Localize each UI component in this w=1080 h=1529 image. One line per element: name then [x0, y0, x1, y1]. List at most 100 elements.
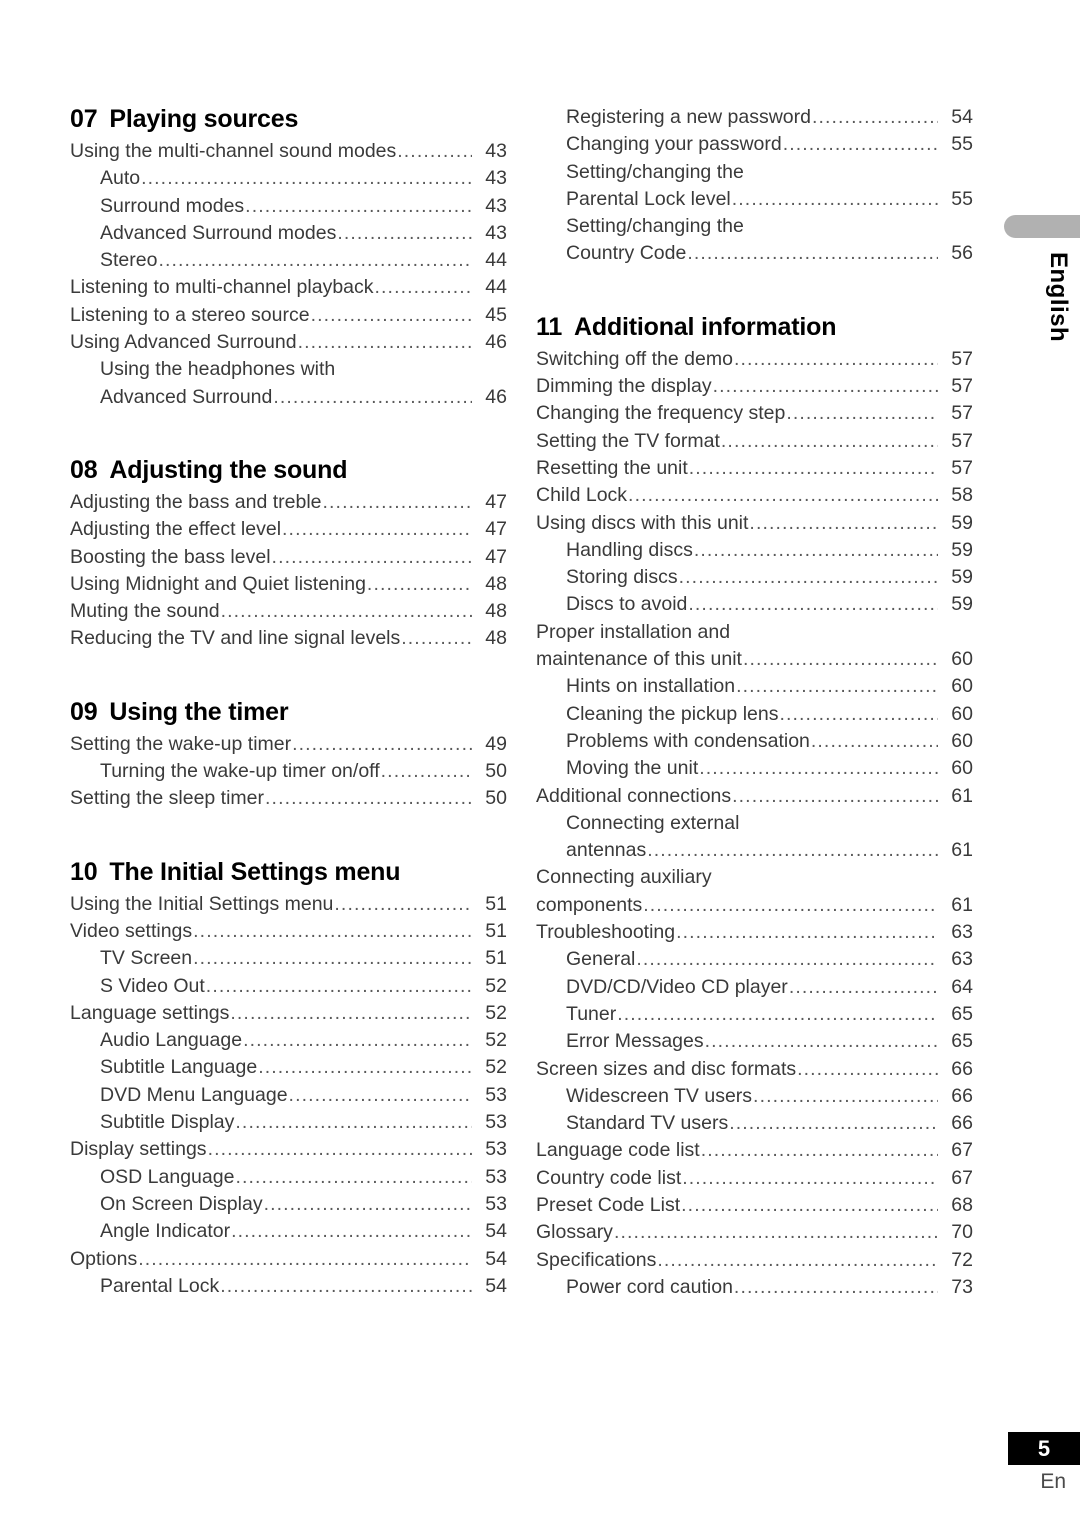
toc-entry[interactable]: Setting the sleep timer 50: [70, 785, 507, 812]
toc-entry[interactable]: Surround modes 43: [70, 193, 507, 220]
toc-entry[interactable]: Glossary 70: [536, 1219, 973, 1246]
toc-entry[interactable]: DVD Menu Language 53: [70, 1082, 507, 1109]
toc-leader-dots: [779, 701, 938, 728]
toc-entry[interactable]: TV Screen 51: [70, 945, 507, 972]
toc-entry[interactable]: Subtitle Language 52: [70, 1054, 507, 1081]
toc-entry[interactable]: Using Midnight and Quiet listening 48: [70, 571, 507, 598]
toc-entry-label: Boosting the bass level: [70, 545, 271, 568]
toc-entry[interactable]: Stereo 44: [70, 247, 507, 274]
toc-section-heading[interactable]: 10 The Initial Settings menu: [70, 857, 507, 887]
toc-entry[interactable]: Boosting the bass level 47: [70, 544, 507, 571]
toc-entry[interactable]: Setting/changing the: [536, 213, 973, 240]
toc-entry[interactable]: Troubleshooting 63: [536, 919, 973, 946]
toc-entry[interactable]: Subtitle Display 53: [70, 1109, 507, 1136]
toc-entry[interactable]: components 61: [536, 892, 973, 919]
toc-leader-dots: [158, 247, 472, 274]
toc-entry[interactable]: Using the multi-channel sound modes 43: [70, 138, 507, 165]
toc-entry[interactable]: Adjusting the effect level 47: [70, 516, 507, 543]
toc-entry[interactable]: Video settings 51: [70, 918, 507, 945]
toc-entry[interactable]: Reducing the TV and line signal levels 48: [70, 625, 507, 652]
toc-entry[interactable]: Audio Language 52: [70, 1027, 507, 1054]
toc-entry[interactable]: Using the headphones with: [70, 356, 507, 383]
toc-entry[interactable]: Changing your password 55: [536, 131, 973, 158]
toc-entry-label: Advanced Surround: [100, 385, 273, 408]
toc-entry-page-number: 47: [485, 518, 507, 541]
toc-entry[interactable]: maintenance of this unit 60: [536, 646, 973, 673]
toc-entry[interactable]: Preset Code List 68: [536, 1192, 973, 1219]
toc-entry[interactable]: Angle Indicator 54: [70, 1218, 507, 1245]
toc-entry-page-number: 59: [951, 593, 973, 616]
toc-entry[interactable]: Using Advanced Surround 46: [70, 329, 507, 356]
toc-entry[interactable]: Power cord caution 73: [536, 1274, 973, 1301]
toc-section-heading[interactable]: 11 Additional information: [536, 312, 973, 342]
toc-entry[interactable]: Standard TV users 66: [536, 1110, 973, 1137]
toc-entry[interactable]: Storing discs 59: [536, 564, 973, 591]
toc-entry[interactable]: Parental Lock 54: [70, 1273, 507, 1300]
toc-entry[interactable]: Turning the wake-up timer on/off 50: [70, 758, 507, 785]
toc-leader-dots: [292, 731, 472, 758]
toc-entry[interactable]: DVD/CD/Video CD player 64: [536, 974, 973, 1001]
toc-entry[interactable]: Switching off the demo 57: [536, 346, 973, 373]
toc-column-left: 07 Playing sources Using the multi-channel…: [70, 104, 507, 1300]
toc-section-number: 10: [70, 857, 98, 886]
toc-entry[interactable]: Advanced Surround 46: [70, 384, 507, 411]
toc-entry[interactable]: Connecting external: [536, 810, 973, 837]
toc-leader-dots: [753, 1083, 938, 1110]
toc-entry[interactable]: Changing the frequency step 57: [536, 400, 973, 427]
toc-entry[interactable]: Adjusting the bass and treble 47: [70, 489, 507, 516]
toc-entry[interactable]: S Video Out 52: [70, 973, 507, 1000]
toc-entry[interactable]: Advanced Surround modes 43: [70, 220, 507, 247]
toc-entry[interactable]: Hints on installation 60: [536, 673, 973, 700]
toc-entry[interactable]: Additional connections 61: [536, 783, 973, 810]
toc-entry-label: Muting the sound: [70, 600, 220, 623]
toc-entry[interactable]: Proper installation and: [536, 619, 973, 646]
toc-leader-dots: [699, 755, 938, 782]
toc-section-heading[interactable]: 09 Using the timer: [70, 697, 507, 727]
toc-leader-dots: [687, 240, 938, 267]
toc-entry[interactable]: Widescreen TV users 66: [536, 1083, 973, 1110]
toc-entry[interactable]: Options 54: [70, 1246, 507, 1273]
toc-entry[interactable]: Using discs with this unit 59: [536, 510, 973, 537]
toc-entry[interactable]: Using the Initial Settings menu 51: [70, 891, 507, 918]
toc-entry[interactable]: Connecting auxiliary: [536, 864, 973, 891]
toc-leader-dots: [220, 1273, 472, 1300]
toc-entry[interactable]: On Screen Display 53: [70, 1191, 507, 1218]
toc-entry[interactable]: Specifications 72: [536, 1247, 973, 1274]
toc-entry[interactable]: Screen sizes and disc formats 66: [536, 1056, 973, 1083]
toc-entry[interactable]: Listening to a stereo source 45: [70, 302, 507, 329]
toc-entry-label: Storing discs: [566, 566, 678, 589]
toc-entry[interactable]: Error Messages 65: [536, 1028, 973, 1055]
toc-entry[interactable]: Country code list 67: [536, 1165, 973, 1192]
toc-entry-label: Switching off the demo: [536, 347, 733, 370]
toc-entry[interactable]: Auto 43: [70, 165, 507, 192]
toc-leader-dots: [721, 428, 938, 455]
toc-entry[interactable]: Language settings 52: [70, 1000, 507, 1027]
toc-entry[interactable]: Resetting the unit 57: [536, 455, 973, 482]
toc-entry[interactable]: Handling discs 59: [536, 537, 973, 564]
toc-section-heading[interactable]: 08 Adjusting the sound: [70, 455, 507, 485]
toc-entry-page-number: 45: [485, 303, 507, 326]
toc-entry[interactable]: antennas 61: [536, 837, 973, 864]
toc-entry[interactable]: Country Code 56: [536, 240, 973, 267]
toc-entry[interactable]: Child Lock 58: [536, 482, 973, 509]
toc-entry[interactable]: Setting the wake-up timer 49: [70, 731, 507, 758]
toc-section-heading[interactable]: 07 Playing sources: [70, 104, 507, 134]
toc-entry[interactable]: Muting the sound 48: [70, 598, 507, 625]
toc-entry[interactable]: Language code list 67: [536, 1137, 973, 1164]
toc-entry[interactable]: Discs to avoid 59: [536, 591, 973, 618]
toc-entry[interactable]: Listening to multi-channel playback 44: [70, 274, 507, 301]
toc-entry[interactable]: Setting the TV format 57: [536, 428, 973, 455]
toc-entry[interactable]: Cleaning the pickup lens 60: [536, 701, 973, 728]
toc-entry[interactable]: Tuner 65: [536, 1001, 973, 1028]
toc-entry[interactable]: Registering a new password 54: [536, 104, 973, 131]
toc-entry[interactable]: OSD Language 53: [70, 1164, 507, 1191]
toc-entry[interactable]: Moving the unit 60: [536, 755, 973, 782]
toc-entry[interactable]: Setting/changing the: [536, 159, 973, 186]
toc-entry[interactable]: Display settings 53: [70, 1136, 507, 1163]
toc-entry[interactable]: Parental Lock level 55: [536, 186, 973, 213]
toc-entry[interactable]: General 63: [536, 946, 973, 973]
toc-entry[interactable]: Dimming the display 57: [536, 373, 973, 400]
toc-entry-label: Troubleshooting: [536, 921, 676, 944]
toc-entry-page-number: 59: [951, 538, 973, 561]
toc-entry[interactable]: Problems with condensation 60: [536, 728, 973, 755]
